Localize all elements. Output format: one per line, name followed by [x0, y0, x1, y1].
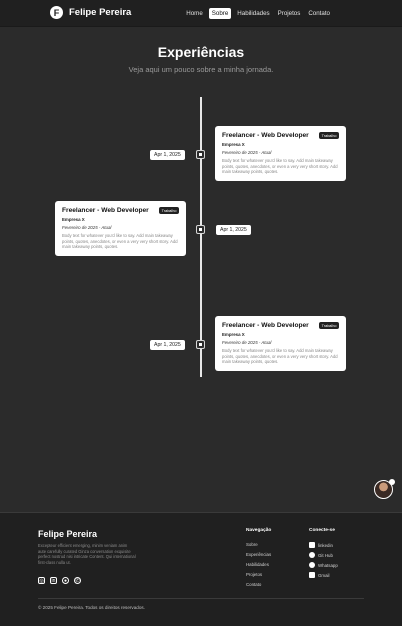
footer-copyright: © 2025 Felipe Pereira. Todos os direitos… — [38, 605, 145, 610]
card-badge: Trabalho — [319, 132, 339, 139]
connect-gmail-label: Gmail — [318, 572, 330, 578]
card-period: Fevereiro de 2025 - Atual — [62, 225, 112, 230]
connect-github-label: Git Hub — [318, 552, 333, 558]
timeline-date-1: Apr 1, 2025 — [150, 150, 185, 160]
footer-social: ◎ in ● ✆ — [38, 577, 81, 584]
experience-card-2[interactable]: Freelancer - Web Developer Trabalho Empr… — [55, 201, 186, 257]
card-period: Fevereiro de 2025 - Atual — [222, 340, 272, 345]
connect-linkedin-label: linkedin — [318, 542, 333, 548]
github-icon[interactable]: ● — [62, 577, 69, 584]
card-company: Empresa X — [62, 217, 85, 222]
notification-dot — [389, 479, 395, 485]
experience-card-3[interactable]: Freelancer - Web Developer Trabalho Empr… — [215, 316, 346, 372]
connect-gmail[interactable]: Gmail — [309, 572, 338, 578]
card-description: Body text for whatever you'd like to say… — [222, 348, 338, 365]
card-title: Freelancer - Web Developer — [222, 322, 309, 329]
footer-link-contato[interactable]: Contato — [246, 582, 271, 587]
connect-github[interactable]: Git Hub — [309, 552, 338, 558]
nav-projetos[interactable]: Projetos — [276, 8, 303, 19]
connect-whatsapp-label: Whatsapp — [318, 562, 338, 568]
footer-link-sobre[interactable]: Sobre — [246, 542, 271, 547]
timeline-node-2 — [196, 225, 205, 234]
nav-home[interactable]: Home — [184, 8, 205, 19]
footer-divider — [38, 598, 364, 599]
linkedin-icon — [309, 542, 315, 548]
instagram-icon[interactable]: ◎ — [38, 577, 45, 584]
timeline-line — [200, 97, 202, 377]
timeline-date-2: Apr 1, 2025 — [216, 225, 251, 235]
card-company: Empresa X — [222, 332, 245, 337]
brand[interactable]: F Felipe Pereira — [50, 6, 131, 19]
nav-habilidades[interactable]: Habilidades — [235, 8, 271, 19]
whatsapp-icon[interactable]: ✆ — [74, 577, 81, 584]
experience-card-1[interactable]: Freelancer - Web Developer Trabalho Empr… — [215, 126, 346, 182]
footer-brand: Felipe Pereira — [38, 529, 98, 539]
card-title: Freelancer - Web Developer — [222, 132, 309, 139]
timeline-node-3 — [196, 340, 205, 349]
whatsapp-icon — [309, 562, 315, 568]
footer-link-experiencias[interactable]: Experiências — [246, 552, 271, 557]
nav-contato[interactable]: Contato — [306, 8, 332, 19]
logo-icon: F — [50, 6, 63, 19]
nav-sobre[interactable]: Sobre — [208, 8, 232, 19]
connect-linkedin[interactable]: linkedin — [309, 542, 338, 548]
footer-description: Excepteur efficient emerging, minim veni… — [38, 543, 136, 565]
footer-connect-title: Conecte-se — [309, 528, 335, 533]
main-nav: Home Sobre Habilidades Projetos Contato — [184, 8, 332, 19]
footer-link-projetos[interactable]: Projetos — [246, 572, 271, 577]
top-navbar: F Felipe Pereira Home Sobre Habilidades … — [0, 0, 402, 27]
timeline-date-3: Apr 1, 2025 — [150, 340, 185, 350]
page-title: Experiências — [157, 44, 245, 60]
card-badge: Trabalho — [319, 322, 339, 329]
mail-icon — [309, 572, 315, 578]
card-company: Empresa X — [222, 142, 245, 147]
footer-nav-links: Sobre Experiências Habilidades Projetos … — [246, 542, 271, 587]
connect-whatsapp[interactable]: Whatsapp — [309, 562, 338, 568]
card-title: Freelancer - Web Developer — [62, 207, 149, 214]
card-period: Fevereiro de 2025 - Atual — [222, 150, 272, 155]
card-description: Body text for whatever you'd like to say… — [62, 233, 178, 250]
brand-name: Felipe Pereira — [69, 7, 132, 18]
footer-connect-links: linkedin Git Hub Whatsapp Gmail — [309, 542, 338, 578]
github-icon — [309, 552, 315, 558]
card-badge: Trabalho — [159, 207, 179, 214]
linkedin-icon[interactable]: in — [50, 577, 57, 584]
timeline-node-1 — [196, 150, 205, 159]
footer-nav-title: Navegação — [246, 528, 272, 533]
page-subtitle: Veja aqui um pouco sobre a minha jornada… — [128, 65, 274, 74]
footer-link-habilidades[interactable]: Habilidades — [246, 562, 271, 567]
card-description: Body text for whatever you'd like to say… — [222, 158, 338, 175]
